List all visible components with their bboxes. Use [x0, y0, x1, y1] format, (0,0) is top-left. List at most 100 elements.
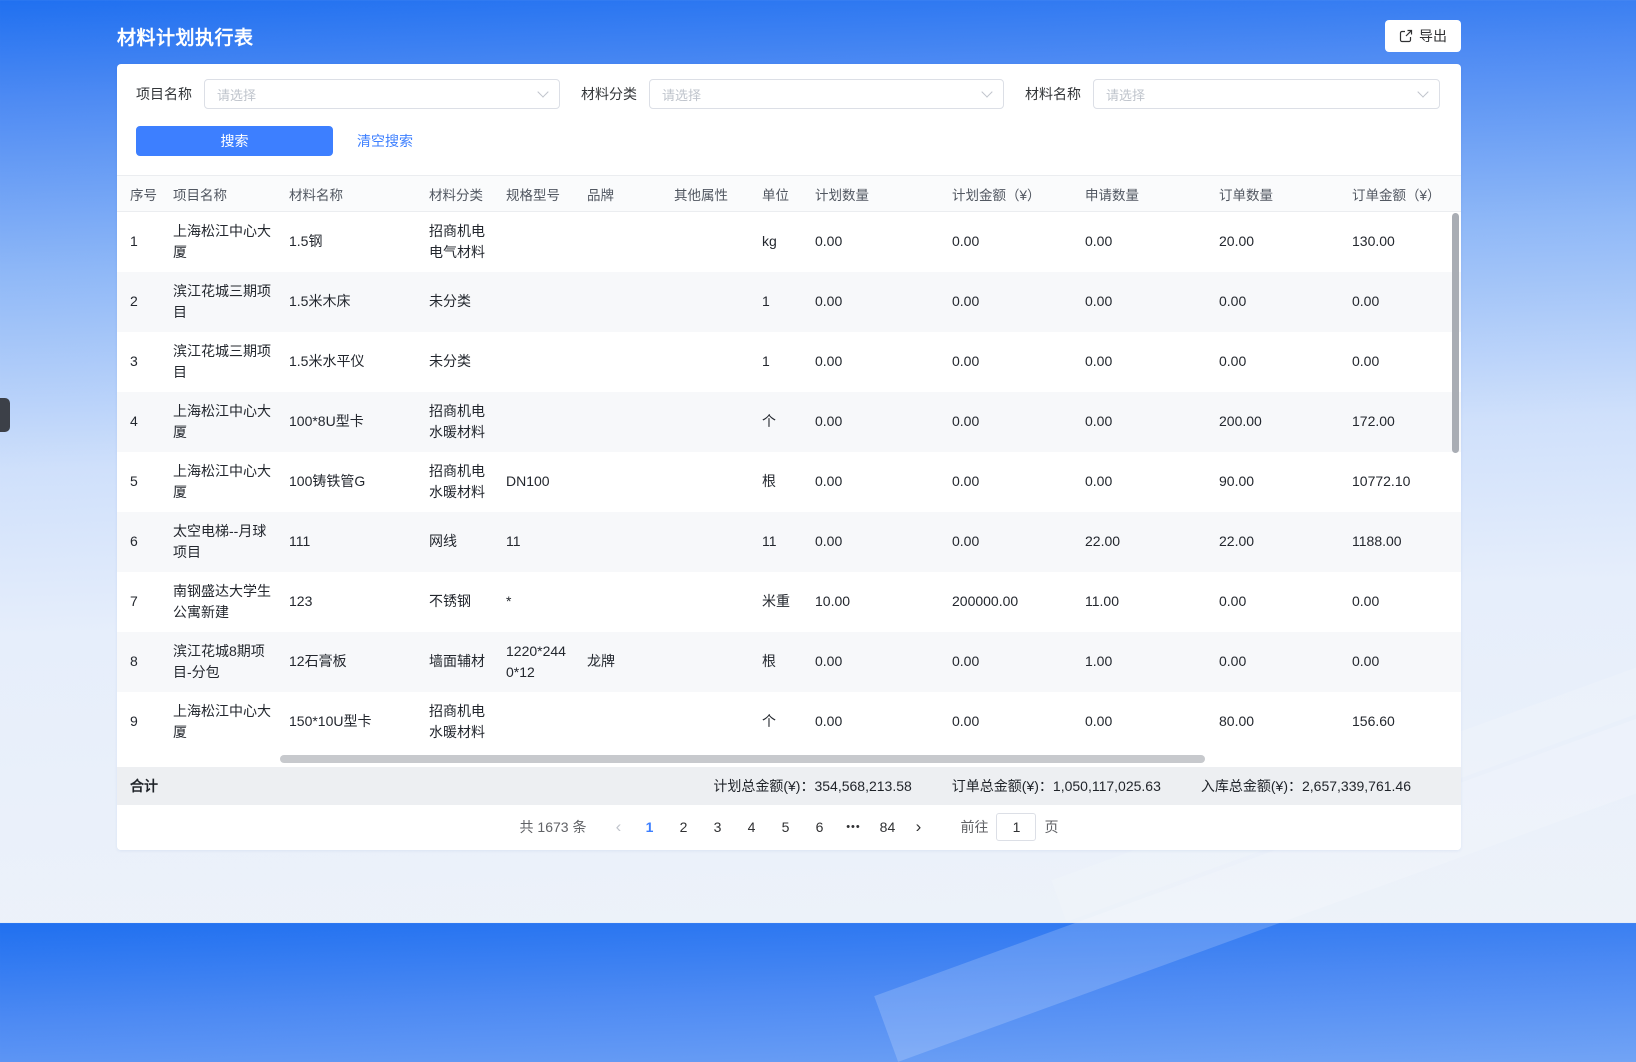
table-cell: 1188.00	[1340, 512, 1461, 572]
table-cell	[494, 392, 575, 452]
table-cell: 0.00	[803, 272, 940, 332]
table-cell: 111	[277, 512, 417, 572]
filter-project-label: 项目名称	[136, 84, 192, 104]
table-row: 9上海松江中心大厦150*10U型卡招商机电水暖材料个0.000.000.008…	[117, 692, 1461, 752]
goto-page-input[interactable]	[996, 813, 1036, 841]
export-button[interactable]: 导出	[1385, 20, 1461, 52]
drawer-handle[interactable]	[0, 398, 10, 432]
table-row: 6太空电梯--月球项目111网线11110.000.0022.0022.0011…	[117, 512, 1461, 572]
table-cell	[575, 512, 662, 572]
pager-page-4[interactable]: 4	[736, 813, 766, 841]
pager-page-1[interactable]: 1	[634, 813, 664, 841]
pager-page-2[interactable]: 2	[668, 813, 698, 841]
table-cell: 南钢盛达大学生公寓新建	[161, 572, 277, 632]
summary-row: 合计 计划总金额(¥)：354,568,213.58 订单总金额(¥)：1,05…	[117, 767, 1461, 805]
table-header-cell: 单位	[750, 176, 803, 212]
table-cell: 0.00	[1340, 332, 1461, 392]
table-cell: 龙牌	[575, 632, 662, 692]
table-cell: 招商机电水暖材料	[417, 452, 494, 512]
table-cell	[494, 272, 575, 332]
table-cell: 0.00	[1207, 572, 1340, 632]
vertical-scrollbar[interactable]	[1452, 213, 1459, 453]
table-cell: 90.00	[1207, 452, 1340, 512]
page-title: 材料计划执行表	[117, 23, 254, 50]
table-header-cell: 规格型号	[494, 176, 575, 212]
table-cell: 0.00	[940, 512, 1073, 572]
table-cell	[662, 212, 750, 272]
table-cell: 4	[117, 392, 161, 452]
table-cell: 0.00	[1207, 332, 1340, 392]
table-cell: 上海松江中心大厦	[161, 692, 277, 752]
category-select-placeholder: 请选择	[662, 85, 701, 104]
pager-page-84[interactable]: 84	[872, 813, 902, 841]
table-cell: 0.00	[803, 332, 940, 392]
table-header-cell: 品牌	[575, 176, 662, 212]
next-page-button[interactable]: ›	[904, 813, 932, 841]
clear-search-button[interactable]: 清空搜索	[357, 131, 413, 151]
table-cell	[494, 332, 575, 392]
table-cell	[662, 452, 750, 512]
table-cell: 11	[750, 512, 803, 572]
filter-category-field: 材料分类 请选择	[581, 79, 1004, 109]
table-cell: 123	[277, 572, 417, 632]
material-name-select[interactable]: 请选择	[1093, 79, 1440, 109]
table-cell: 0.00	[1340, 272, 1461, 332]
table-header-cell: 计划金额（¥）	[940, 176, 1073, 212]
table-cell: 个	[750, 692, 803, 752]
filter-material-field: 材料名称 请选择	[1025, 79, 1440, 109]
table-cell: 1	[750, 272, 803, 332]
project-name-select[interactable]: 请选择	[204, 79, 560, 109]
table-cell: 根	[750, 452, 803, 512]
search-button[interactable]: 搜索	[136, 126, 333, 156]
horizontal-scrollbar[interactable]	[280, 755, 1205, 763]
table-cell: 0.00	[1207, 272, 1340, 332]
table-cell: 0.00	[1073, 392, 1207, 452]
table-cell	[662, 632, 750, 692]
material-select-placeholder: 请选择	[1106, 85, 1145, 104]
table-cell: 0.00	[1073, 692, 1207, 752]
table-cell: 0.00	[803, 392, 940, 452]
filter-project-field: 项目名称 请选择	[136, 79, 560, 109]
summary-total-label: 合计	[130, 776, 158, 796]
export-icon	[1399, 29, 1413, 43]
table-cell	[662, 692, 750, 752]
table-header-cell: 订单数量	[1207, 176, 1340, 212]
table-cell: 招商机电电气材料	[417, 212, 494, 272]
pager-page-6[interactable]: 6	[804, 813, 834, 841]
table-cell: 0.00	[1340, 632, 1461, 692]
table-cell: 0.00	[1207, 632, 1340, 692]
prev-page-button[interactable]: ‹	[604, 813, 632, 841]
table-row: 2滨江花城三期项目1.5米木床未分类10.000.000.000.000.00	[117, 272, 1461, 332]
table-header-cell: 订单金额（¥）	[1340, 176, 1461, 212]
table-cell: 0.00	[803, 212, 940, 272]
table-cell: 22.00	[1207, 512, 1340, 572]
table-cell: 上海松江中心大厦	[161, 212, 277, 272]
pagination: 共 1673 条 ‹ 123456•••84 › 前往 页	[117, 805, 1461, 850]
table-cell: 0.00	[1340, 572, 1461, 632]
table-cell: 上海松江中心大厦	[161, 392, 277, 452]
table-cell: 滨江花城三期项目	[161, 332, 277, 392]
table-cell: 80.00	[1207, 692, 1340, 752]
main-panel: 项目名称 请选择 材料分类 请选择 材料名称 请选择	[117, 64, 1461, 850]
table-header-cell: 序号	[117, 176, 161, 212]
table-cell: 太空电梯--月球项目	[161, 512, 277, 572]
data-table: 序号项目名称材料名称材料分类规格型号品牌其他属性单位计划数量计划金额（¥）申请数…	[117, 175, 1461, 767]
chevron-down-icon	[1417, 86, 1428, 97]
table-cell: 1.5米木床	[277, 272, 417, 332]
table-cell: 1.5米水平仪	[277, 332, 417, 392]
table-cell: DN100	[494, 452, 575, 512]
table-cell: 1	[750, 332, 803, 392]
material-category-select[interactable]: 请选择	[649, 79, 1004, 109]
plan-total-amount: 计划总金额(¥)：354,568,213.58	[713, 776, 911, 796]
pager-page-3[interactable]: 3	[702, 813, 732, 841]
table-header-cell: 其他属性	[662, 176, 750, 212]
table-cell: 100铸铁管G	[277, 452, 417, 512]
table-cell: 招商机电水暖材料	[417, 392, 494, 452]
project-select-placeholder: 请选择	[217, 85, 256, 104]
table-cell: 0.00	[940, 632, 1073, 692]
pager-page-5[interactable]: 5	[770, 813, 800, 841]
pager-pages: 123456•••84	[632, 813, 904, 841]
pager-ellipsis[interactable]: •••	[838, 813, 868, 841]
table-cell	[494, 692, 575, 752]
table-row: 5上海松江中心大厦100铸铁管G招商机电水暖材料DN100根0.000.000.…	[117, 452, 1461, 512]
